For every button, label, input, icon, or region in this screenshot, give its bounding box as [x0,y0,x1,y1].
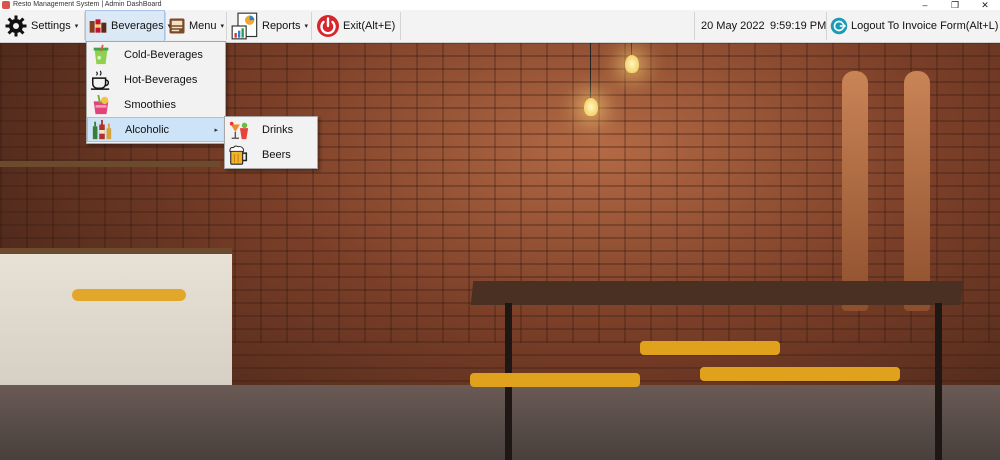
minimize-button[interactable]: – [910,0,940,10]
status-time: 9:59:19 PM [770,20,827,32]
menu-reports[interactable]: Reports ▾ [227,10,311,42]
menuitem-label: Cold-Beverages [124,48,203,61]
menu-exit[interactable]: Exit(Alt+E) [312,10,400,42]
light-bulb [584,98,598,116]
bar-stool [72,289,186,301]
lamp-cord [590,43,591,98]
menu-menu-label: Menu [189,20,217,32]
table-leg [935,303,942,460]
submenu-arrow-icon: ▸ [214,126,218,134]
chair-seat [470,373,640,387]
dining-table [470,281,964,305]
beverages-icon [89,19,107,33]
wall-ski [904,71,930,311]
maximize-button[interactable]: ❐ [940,0,970,10]
menuitem-label: Drinks [262,123,294,136]
menu-settings-label: Settings [31,20,71,32]
caret-down-icon: ▾ [74,23,79,30]
floor [0,385,1000,460]
menuitem-hot-beverages[interactable]: Hot-Beverages [87,67,225,92]
gear-icon [5,15,27,37]
status-separator [694,12,695,40]
hot-cup-icon [90,69,110,90]
chair-seat [640,341,780,355]
menu-separator [400,12,401,40]
smoothie-icon [93,94,109,114]
menu-bar: Settings ▾ Beverages ▾ Menu ▾ Reports ▾ … [0,10,1000,43]
menu-beverages[interactable]: Beverages ▾ [85,10,171,42]
lamp-cord [631,43,632,55]
beer-mug-icon [229,145,248,165]
menu-book-icon [169,18,185,34]
window-title-bar: Resto Management System | Admin DashBoar… [0,0,1000,10]
menuitem-cold-beverages[interactable]: Cold-Beverages [87,42,225,67]
menu-beverages-label: Beverages [111,20,164,32]
logout-button[interactable]: Logout To Invoice Form(Alt+L) [827,10,1000,42]
app-icon [2,1,10,9]
window-title: Resto Management System | Admin DashBoar… [13,1,162,8]
reports-icon [231,12,258,40]
caret-down-icon: ▾ [220,23,225,30]
wall-shelf [0,161,220,167]
cocktail-icon [229,121,249,139]
menuitem-label: Smoothies [124,98,176,111]
menu-menu[interactable]: Menu ▾ [166,10,226,42]
power-icon [317,15,339,37]
logout-icon [830,17,848,35]
menuitem-beers[interactable]: Beers [225,142,317,167]
menuitem-smoothies[interactable]: Smoothies [87,92,225,117]
menuitem-alcoholic[interactable]: Alcoholic ▸ [87,117,225,142]
menuitem-label: Beers [262,148,291,161]
alcoholic-submenu: Drinks Beers [224,116,318,169]
logout-label: Logout To Invoice Form(Alt+L) [851,20,999,32]
bottles-icon [92,119,112,139]
caret-down-icon: ▾ [304,23,309,30]
light-bulb [625,55,639,73]
menuitem-label: Hot-Beverages [124,73,198,86]
status-date: 20 May 2022 [701,20,765,32]
close-button[interactable]: ✕ [970,0,1000,10]
chair-seat [700,367,900,381]
cold-drink-icon [93,44,109,64]
menu-reports-label: Reports [262,20,301,32]
menuitem-label: Alcoholic [125,123,170,136]
menuitem-drinks[interactable]: Drinks [225,117,317,142]
beverages-dropdown: Cold-Beverages Hot-Beverages Smoothies A… [86,41,226,144]
wall-ski [842,71,868,311]
menu-settings[interactable]: Settings ▾ [0,10,84,42]
menu-exit-label: Exit(Alt+E) [343,20,396,32]
